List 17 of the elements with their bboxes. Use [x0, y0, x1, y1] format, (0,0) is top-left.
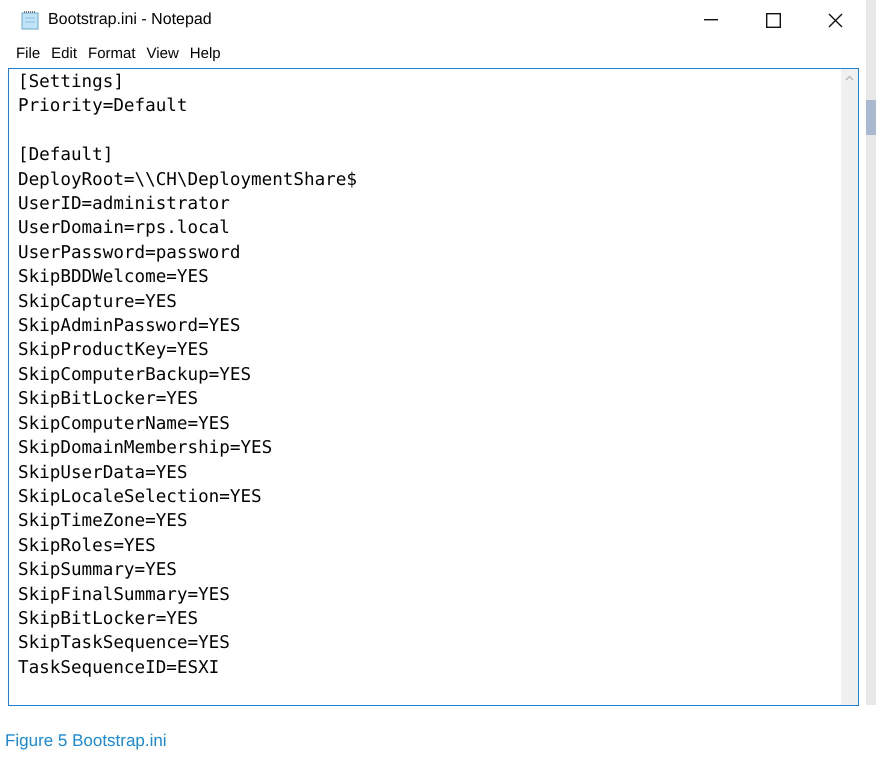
notepad-icon	[20, 10, 40, 30]
page-scrollbar[interactable]	[866, 0, 876, 705]
menu-item[interactable]: View	[142, 42, 183, 66]
minimize-icon	[704, 19, 718, 21]
close-icon	[828, 12, 842, 28]
menu-item[interactable]: File	[12, 42, 44, 66]
menu-item[interactable]: Format	[84, 42, 140, 66]
window-title: Bootstrap.ini - Notepad	[48, 10, 212, 30]
file-text: [Settings] Priority=Default [Default] DeployRoot=\\CH\DeploymentShare$ UserID=administrator UserDomain=rps.local UserPassword=password SkipBDDWelcome=YES SkipCapture=YES SkipAdminPassword=YES SkipProductKey=YES SkipComputerBackup=YES SkipBitLocker=YES SkipComputerName=YES SkipDomainMembership=YES SkipUserData=YES SkipLocaleSelection=YES SkipTimeZone=YES SkipRoles=YES SkipSummary=YES SkipFinalSummary=YES SkipBitLocker=YES SkipTaskSequence=YES TaskSequenceID=ESXI	[17, 71, 358, 680]
menu-item[interactable]: Edit	[47, 42, 82, 66]
figure-caption: Figure 5 Bootstrap.ini	[4, 730, 168, 752]
scroll-up-icon[interactable]	[845, 75, 854, 81]
menu-item[interactable]: Help	[186, 42, 225, 66]
scrollbar[interactable]	[841, 69, 858, 705]
scroll-thumb[interactable]	[866, 100, 876, 135]
text-editor[interactable]	[8, 68, 859, 706]
maximize-icon	[766, 12, 780, 28]
